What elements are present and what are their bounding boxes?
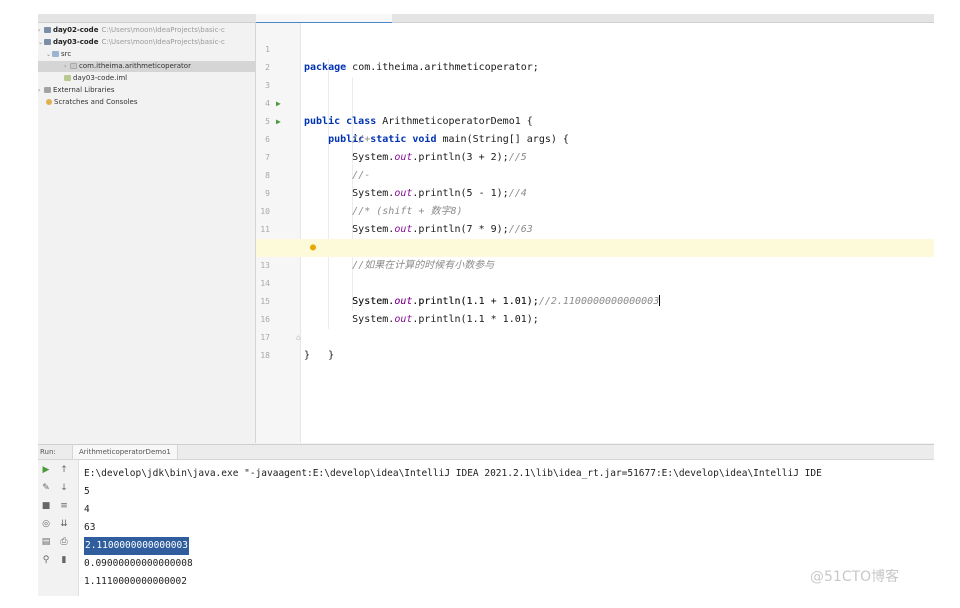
console-output-line-selected[interactable]: 2.1100000000000003 — [84, 537, 189, 555]
code-line-current[interactable]: 13 ● System.out.println(1.1 + 1.01);//2.… — [256, 239, 934, 307]
library-icon — [44, 87, 51, 93]
code-line[interactable]: 7 //- — [256, 131, 934, 181]
code-line[interactable]: 8 System.out.println(5 - 1);//4 — [256, 149, 934, 199]
code-line[interactable]: 11 — [256, 203, 934, 234]
run-label: Run: — [40, 448, 56, 456]
trash-icon[interactable]: ▮ — [58, 554, 70, 566]
module-icon — [44, 27, 51, 33]
code-line[interactable]: 4 ▶ public static void main(String[] arg… — [256, 77, 934, 145]
code-editor[interactable]: 1 package com.itheima.arithmeticoperator… — [256, 23, 934, 443]
tree-item-label: External Libraries — [53, 86, 115, 94]
ide-window: › day02-code C:\Users\moon\IdeaProjects\ba… — [38, 14, 934, 596]
scratch-icon — [46, 99, 52, 105]
tree-item-day03-code[interactable]: ⌄ day03-code C:\Users\moon\IdeaProjects\ba… — [38, 37, 255, 48]
code-line[interactable]: 2 — [256, 41, 934, 72]
line-number: 18 — [260, 351, 270, 360]
folder-icon — [52, 51, 59, 57]
code-line[interactable]: 14 System.out.println(1.1 - 1.01); — [256, 257, 934, 307]
rerun-icon[interactable]: ▶ — [40, 464, 52, 476]
run-toolbar: ▶ ↑ ✎ ↓ ■ ≡ ◎ ⇊ ▤ ⎙ ⚲ ▮ — [38, 460, 79, 596]
console-output-line: 0.09000000000000008 — [84, 558, 193, 569]
code-line[interactable]: 17 } — [256, 311, 934, 361]
editor-tab-strip — [38, 14, 934, 24]
run-panel-header: Run: ArithmeticoperatorDemo1 — [38, 445, 934, 460]
print-icon[interactable]: ⎙ — [58, 536, 70, 548]
run-panel: Run: ArithmeticoperatorDemo1 ▶ ↑ ✎ ↓ ■ ≡… — [38, 444, 934, 596]
layout-icon[interactable]: ▤ — [40, 536, 52, 548]
run-config-tab[interactable]: ArithmeticoperatorDemo1 — [72, 445, 178, 459]
tree-item-day02-code[interactable]: › day02-code C:\Users\moon\IdeaProjects\ba… — [38, 25, 255, 36]
code-line[interactable]: 3 ▶ public class ArithmeticoperatorDemo1… — [256, 59, 934, 127]
stop-icon[interactable]: ■ — [40, 500, 52, 512]
scroll-to-end-icon[interactable]: ⇊ — [58, 518, 70, 530]
tree-item-label: src — [61, 50, 72, 58]
wrench-icon[interactable]: ✎ — [40, 482, 52, 494]
tree-item-scratches[interactable]: Scratches and Consoles — [38, 97, 263, 108]
code-line[interactable]: 18 — [256, 329, 934, 360]
lightbulb-icon[interactable]: ● — [310, 239, 316, 257]
tree-item-label: Scratches and Consoles — [54, 98, 138, 106]
tree-item-label: day03-code.iml — [73, 74, 128, 82]
tree-item-path: C:\Users\moon\IdeaProjects\basic-c — [101, 26, 225, 34]
console-output-line: 63 — [84, 522, 96, 533]
up-arrow-icon[interactable]: ↑ — [58, 464, 70, 476]
console-output-line: 4 — [84, 504, 90, 515]
code-line[interactable]: 16 ⌂ } — [256, 293, 934, 361]
camera-icon[interactable]: ◎ — [40, 518, 52, 530]
tree-item-iml[interactable]: day03-code.iml — [38, 73, 281, 84]
soft-wrap-icon[interactable]: ≡ — [58, 500, 70, 512]
code-line[interactable]: 15 System.out.println(1.1 * 1.01); — [256, 275, 934, 325]
pin-icon[interactable]: ⚲ — [40, 554, 52, 566]
tree-item-src[interactable]: ⌄ src — [38, 49, 263, 60]
module-icon — [44, 39, 51, 45]
code-line[interactable]: 6 System.out.println(3 + 2);//5 — [256, 113, 934, 163]
tree-item-package[interactable]: › com.itheima.arithmeticoperator — [38, 61, 281, 72]
console-output-line: 5 — [84, 486, 90, 497]
code-line[interactable]: 9 //* (shift + 数字8) — [256, 167, 934, 217]
code-line[interactable]: 10 System.out.println(7 * 9);//63 — [256, 185, 934, 235]
tree-item-path: C:\Users\moon\IdeaProjects\basic-c — [101, 38, 225, 46]
code-line[interactable]: 5 //+ — [256, 95, 934, 145]
tree-item-label: day02-code — [53, 26, 99, 34]
watermark: @51CTO博客 — [810, 569, 900, 585]
down-arrow-icon[interactable]: ↓ — [58, 482, 70, 494]
tree-item-label: day03-code — [53, 38, 99, 46]
console-command-line: E:\develop\jdk\bin\java.exe "-javaagent:… — [84, 468, 822, 479]
iml-file-icon — [64, 75, 71, 81]
code-line[interactable]: 12 //如果在计算的时候有小数参与 — [256, 221, 934, 271]
project-tree: › day02-code C:\Users\moon\IdeaProjects\ba… — [38, 23, 281, 443]
code-line[interactable]: 1 package com.itheima.arithmeticoperator… — [256, 23, 934, 73]
tree-item-external-libraries[interactable]: › External Libraries — [38, 85, 255, 96]
package-icon — [70, 63, 77, 69]
tree-item-label: com.itheima.arithmeticoperator — [79, 62, 191, 70]
console-output-line: 1.1110000000000002 — [84, 576, 187, 587]
